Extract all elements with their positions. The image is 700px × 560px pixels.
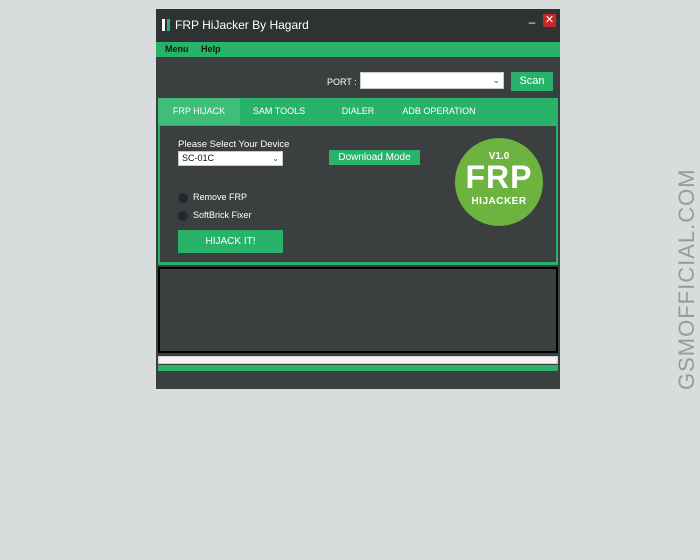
tab-frp-hijack[interactable]: FRP HIJACK xyxy=(158,98,240,125)
softbrick-fixer-label: SoftBrick Fixer xyxy=(193,210,252,220)
minimize-button[interactable]: – xyxy=(525,16,539,30)
logo-subtitle: HIJACKER xyxy=(471,196,527,207)
logo-title: FRP xyxy=(465,159,533,195)
scan-button[interactable]: Scan xyxy=(511,72,553,91)
watermark-container: GSMOFFICIAL.COM xyxy=(674,168,700,560)
port-select[interactable]: ⌄ xyxy=(360,72,504,89)
radio-icon xyxy=(178,193,188,203)
device-select-value: SC-01C xyxy=(182,153,215,163)
device-select[interactable]: SC-01C ⌄ xyxy=(178,151,283,166)
title-bar[interactable]: FRP HiJacker By Hagard – ✕ xyxy=(156,9,560,42)
device-select-label: Please Select Your Device xyxy=(178,139,290,150)
tab-sam-tools[interactable]: SAM TOOLS xyxy=(240,98,318,125)
menu-bar: Menu Help xyxy=(156,42,560,57)
tab-dialer[interactable]: DIALER xyxy=(318,98,398,125)
remove-frp-label: Remove FRP xyxy=(193,192,248,202)
radio-icon xyxy=(178,211,188,221)
window-title: FRP HiJacker By Hagard xyxy=(175,18,309,32)
log-output[interactable] xyxy=(158,267,558,353)
frp-hijack-content: Please Select Your Device SC-01C ⌄ Downl… xyxy=(160,126,556,262)
tab-adb-operation[interactable]: ADB OPERATION xyxy=(398,98,480,125)
hijack-button[interactable]: HIJACK IT! xyxy=(178,230,283,253)
chevron-down-icon: ⌄ xyxy=(492,75,500,85)
progress-bar xyxy=(158,356,558,364)
tab-panel: FRP HIJACK SAM TOOLS DIALER ADB OPERATIO… xyxy=(158,98,558,265)
status-bar xyxy=(158,365,558,371)
app-logo-icon xyxy=(162,19,170,31)
port-label: PORT : xyxy=(327,77,357,87)
menu-item-menu[interactable]: Menu xyxy=(165,44,189,54)
chevron-down-icon: ⌄ xyxy=(272,154,279,163)
frp-hijacker-logo: V1.0 FRP HIJACKER xyxy=(455,138,543,226)
app-window: FRP HiJacker By Hagard – ✕ Menu Help POR… xyxy=(156,9,560,389)
close-button[interactable]: ✕ xyxy=(543,14,556,27)
watermark-text: GSMOFFICIAL.COM xyxy=(674,168,699,390)
download-mode-button[interactable]: Download Mode xyxy=(329,150,420,165)
menu-item-help[interactable]: Help xyxy=(201,44,221,54)
